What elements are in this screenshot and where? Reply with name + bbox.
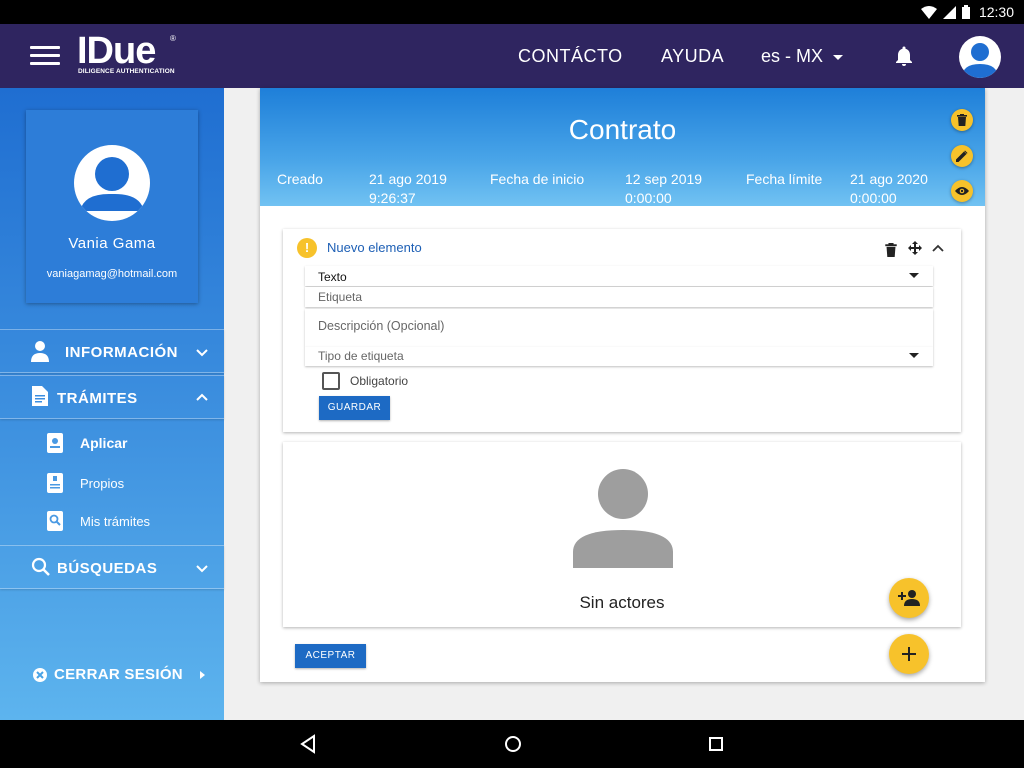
element-type-select[interactable]: Texto xyxy=(305,266,933,286)
bell-icon[interactable] xyxy=(892,44,916,68)
visibility-icon xyxy=(955,187,969,195)
description-input[interactable]: Descripción (Opcional) xyxy=(305,309,933,347)
sidebar: Vania Gama vaniagamag@hotmail.com INFORM… xyxy=(0,88,224,720)
id-card-icon xyxy=(47,473,63,493)
sidebar-item-aplicar[interactable]: Aplicar xyxy=(46,432,127,454)
required-checkbox[interactable] xyxy=(322,372,340,390)
sidebar-section-label: TRÁMITES xyxy=(57,390,138,407)
label-type-placeholder: Tipo de etiqueta xyxy=(318,349,404,363)
logout-button[interactable]: CERRAR SESIÓN xyxy=(32,666,212,683)
person-placeholder-icon xyxy=(573,469,673,568)
home-icon[interactable] xyxy=(502,733,524,755)
profile-avatar xyxy=(74,145,150,221)
menu-icon[interactable] xyxy=(30,46,60,66)
nav-help[interactable]: AYUDA xyxy=(661,46,724,67)
delete-icon[interactable] xyxy=(884,243,898,257)
sidebar-item-mis-tramites[interactable]: Mis trámites xyxy=(46,510,150,532)
language-selector[interactable]: es - MX xyxy=(761,46,844,67)
language-label: es - MX xyxy=(761,46,824,66)
sidebar-section-label: BÚSQUEDAS xyxy=(57,560,158,577)
app-bar: IDue ® DILIGENCE AUTHENTICATION CONTÁCTO… xyxy=(0,24,1024,88)
logo-registered: ® xyxy=(170,34,176,43)
profile-email: vaniagamag@hotmail.com xyxy=(46,268,178,280)
chevron-up-icon[interactable] xyxy=(931,241,945,255)
profile-card: Vania Gama vaniagamag@hotmail.com xyxy=(26,110,198,303)
logout-label: CERRAR SESIÓN xyxy=(54,666,183,683)
sidebar-section-label: INFORMACIÓN xyxy=(65,344,178,361)
delete-contract-button[interactable] xyxy=(951,109,973,131)
user-avatar-icon xyxy=(962,43,998,78)
system-nav-bar xyxy=(0,720,1024,768)
page-title: Contrato xyxy=(568,114,677,145)
sidebar-item-propios[interactable]: Propios xyxy=(46,472,124,494)
contract-header: Contrato Creado 21 ago 2019 9:26:37 Fech… xyxy=(260,88,985,206)
actors-panel: Sin actores xyxy=(283,442,961,627)
deadline-time: 0:00:00 xyxy=(850,190,897,206)
edit-icon xyxy=(956,150,968,162)
created-date: 21 ago 2019 xyxy=(369,171,447,187)
sidebar-section-busquedas[interactable]: BÚSQUEDAS xyxy=(0,545,224,589)
search-icon xyxy=(31,557,50,576)
view-contract-button[interactable] xyxy=(951,180,973,202)
chevron-right-icon xyxy=(200,671,205,679)
edit-contract-button[interactable] xyxy=(951,145,973,167)
warning-icon: ! xyxy=(297,238,317,258)
start-date-label: Fecha de inicio xyxy=(490,171,585,187)
start-time: 0:00:00 xyxy=(625,190,672,206)
delete-icon xyxy=(957,114,967,126)
element-type-value: Texto xyxy=(318,270,347,284)
dropdown-arrow-icon xyxy=(909,273,919,278)
label-type-select[interactable]: Tipo de etiqueta xyxy=(305,347,933,366)
required-label: Obligatorio xyxy=(350,374,409,388)
sidebar-item-label: Propios xyxy=(80,475,125,491)
label-input[interactable]: Etiqueta xyxy=(305,287,933,307)
plus-icon xyxy=(902,647,916,661)
close-circle-icon xyxy=(33,667,47,682)
sidebar-item-label: Mis trámites xyxy=(80,513,151,529)
app-screen: { "status_bar": {"time": "12:30"}, "app_… xyxy=(0,0,1024,768)
chevron-down-icon xyxy=(833,54,844,60)
deadline-label: Fecha límite xyxy=(746,171,823,187)
chevron-down-icon xyxy=(196,349,208,357)
move-icon[interactable] xyxy=(908,241,922,255)
empty-actors-text: Sin actores xyxy=(579,593,665,612)
contract-card: Contrato Creado 21 ago 2019 9:26:37 Fech… xyxy=(260,88,985,682)
logo-tagline: DILIGENCE AUTHENTICATION xyxy=(78,68,175,75)
save-button[interactable]: GUARDAR xyxy=(319,396,390,420)
clock: 12:30 xyxy=(978,4,1014,20)
new-element-panel: ! Nuevo elemento Texto Etiqueta Descripc… xyxy=(283,229,961,432)
person-icon xyxy=(31,341,49,362)
add-person-icon xyxy=(898,590,920,606)
document-icon xyxy=(32,386,48,406)
dropdown-arrow-icon xyxy=(909,353,919,358)
add-button[interactable] xyxy=(889,634,929,674)
status-bar: 12:30 xyxy=(0,0,1024,24)
sidebar-section-tramites[interactable]: TRÁMITES xyxy=(0,375,224,419)
created-time: 9:26:37 xyxy=(369,190,416,206)
user-avatar-icon xyxy=(80,157,144,211)
wifi-icon xyxy=(921,5,937,19)
add-actor-button[interactable] xyxy=(889,578,929,618)
new-element-title: Nuevo elemento xyxy=(327,240,422,255)
document-search-icon xyxy=(47,511,63,531)
chevron-up-icon xyxy=(196,393,208,401)
sidebar-section-informacion[interactable]: INFORMACIÓN xyxy=(0,329,224,373)
battery-icon xyxy=(962,5,970,19)
user-avatar[interactable] xyxy=(959,36,1001,78)
id-badge-icon xyxy=(47,433,63,453)
created-label: Creado xyxy=(277,171,323,187)
start-date: 12 sep 2019 xyxy=(625,171,703,187)
recents-icon[interactable] xyxy=(705,733,727,755)
description-placeholder: Descripción (Opcional) xyxy=(318,319,445,333)
back-icon[interactable] xyxy=(298,733,320,755)
accept-button[interactable]: ACEPTAR xyxy=(295,644,366,668)
profile-name: Vania Gama xyxy=(68,235,156,252)
chevron-down-icon xyxy=(196,565,208,573)
cellular-signal-icon xyxy=(943,5,956,19)
deadline-date: 21 ago 2020 xyxy=(850,171,928,187)
nav-contact[interactable]: CONTÁCTO xyxy=(518,46,623,67)
label-placeholder: Etiqueta xyxy=(318,290,363,304)
sidebar-item-label: Aplicar xyxy=(80,435,128,451)
logo[interactable]: IDue ® DILIGENCE AUTHENTICATION xyxy=(77,32,187,80)
